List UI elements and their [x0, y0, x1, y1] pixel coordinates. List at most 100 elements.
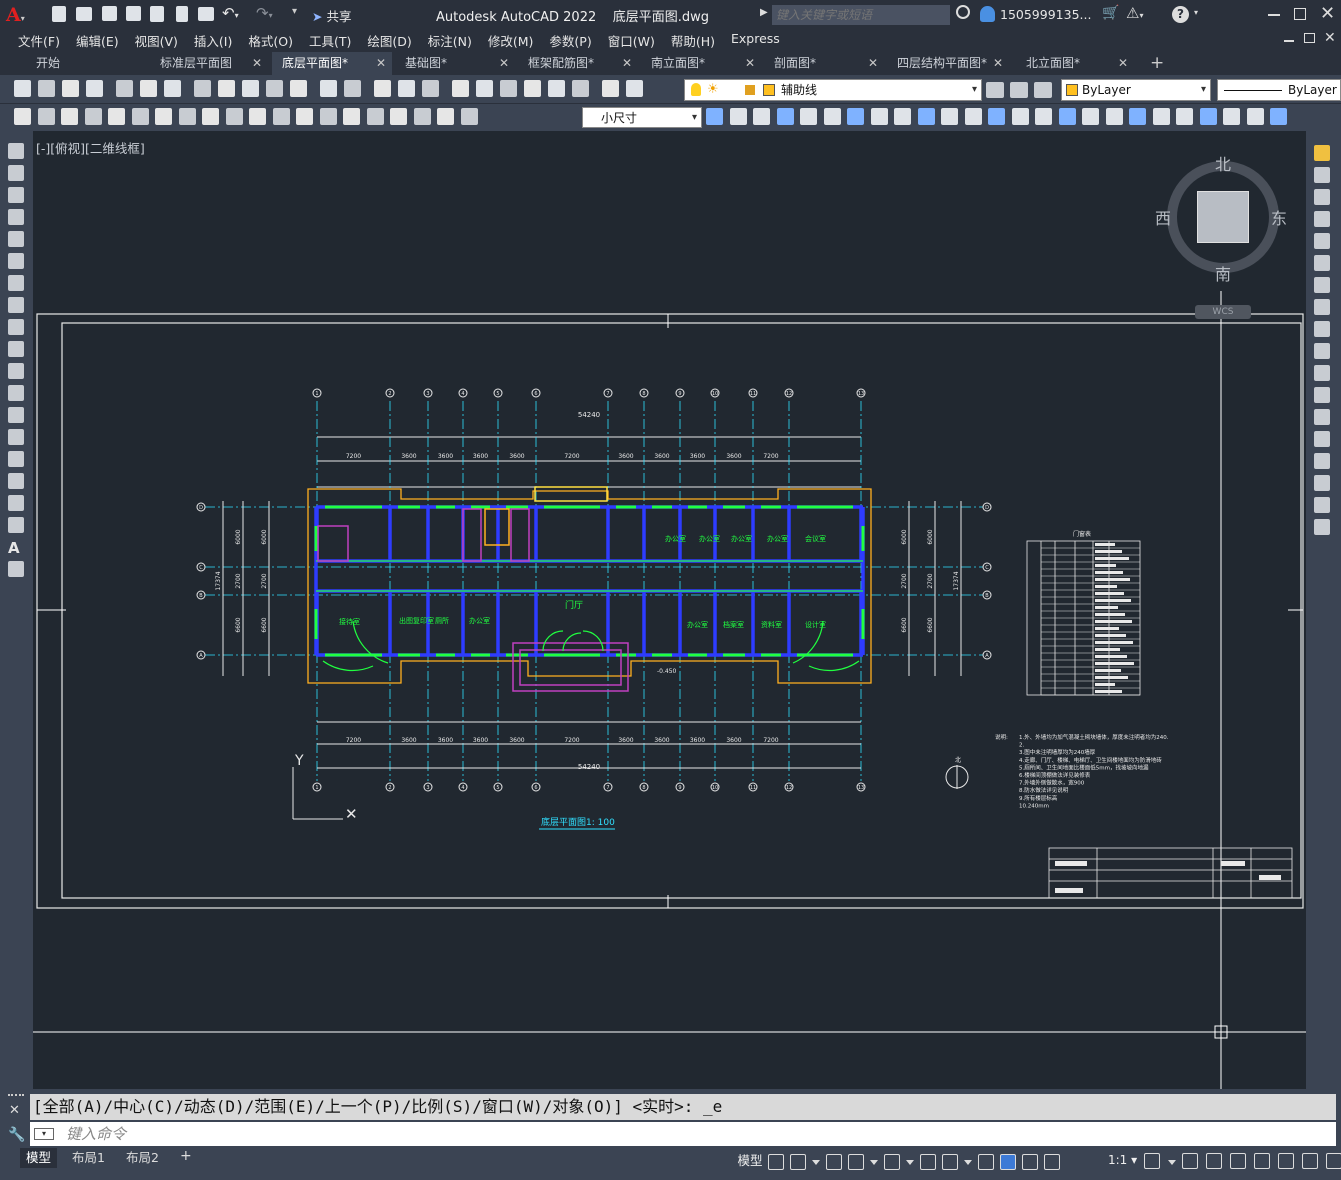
send-back-icon[interactable]	[753, 108, 770, 125]
polar-dropdown-icon[interactable]	[870, 1160, 878, 1165]
share-button[interactable]: ➤ 共享	[312, 6, 351, 25]
ellipse-arc-icon[interactable]	[8, 363, 24, 379]
3d-print-icon[interactable]	[164, 80, 181, 97]
dimstyle-dropdown[interactable]: 小尺寸 ▾	[582, 107, 702, 128]
isodraft-icon[interactable]	[884, 1154, 900, 1170]
tab-north-elevation[interactable]: 北立面图* ✕	[1016, 52, 1134, 75]
layer-dropdown[interactable]: ☀ 辅助线 ▾	[684, 79, 982, 101]
doc-restore-icon[interactable]	[1304, 33, 1315, 43]
linetype-dropdown[interactable]: ByLayer	[1217, 79, 1341, 101]
plus-icon[interactable]	[1182, 1153, 1198, 1169]
expand-arrow-icon[interactable]: ▶	[760, 7, 768, 18]
print-icon[interactable]	[198, 7, 214, 21]
dim-edit-icon[interactable]	[413, 108, 431, 125]
snap-dropdown-icon[interactable]	[812, 1160, 820, 1165]
markup-icon[interactable]	[548, 80, 565, 97]
dim-text-edit-icon[interactable]	[437, 108, 454, 125]
dim-style-icon[interactable]	[706, 108, 723, 125]
rotate-icon[interactable]	[1314, 277, 1330, 293]
polar-icon[interactable]	[848, 1154, 864, 1170]
draworder-text-icon[interactable]	[823, 108, 841, 125]
hyperlink-icon[interactable]	[1129, 108, 1146, 125]
color-dropdown[interactable]: ByLayer ▾	[1061, 79, 1211, 101]
dim-break-icon[interactable]	[296, 108, 313, 125]
new-icon[interactable]	[14, 80, 31, 97]
add-layout-icon[interactable]: +	[180, 1148, 192, 1164]
autodesk-app-icon[interactable]: ⚠▾	[1126, 4, 1143, 22]
ellipse-icon[interactable]	[8, 341, 24, 357]
rectangle-icon[interactable]	[8, 231, 24, 247]
ortho-icon[interactable]	[826, 1154, 842, 1170]
arc-icon[interactable]	[8, 253, 24, 269]
image-icon[interactable]	[1058, 108, 1076, 125]
menu-view[interactable]: 视图(V)	[135, 31, 178, 50]
dim-aligned-icon[interactable]	[37, 108, 55, 125]
tab-fourth-floor-structure[interactable]: 四层结构平面图* ✕	[887, 52, 1009, 75]
redo-icon[interactable]: ↷▾	[256, 4, 273, 22]
dim-ordinate-icon[interactable]	[84, 108, 102, 125]
layout-tab-layout2[interactable]: 布局2	[120, 1148, 165, 1168]
paste-icon[interactable]	[242, 80, 259, 97]
cut-icon[interactable]	[194, 80, 211, 97]
tab-south-elevation[interactable]: 南立面图* ✕	[641, 52, 761, 75]
dim-linear-icon[interactable]	[14, 108, 31, 125]
fillet-icon[interactable]	[1314, 475, 1330, 491]
plot-preview-icon[interactable]	[116, 80, 133, 97]
annotation-scale-icon[interactable]	[1044, 1154, 1060, 1170]
help-icon[interactable]	[602, 80, 619, 97]
tab-close-icon[interactable]: ✕	[499, 52, 509, 75]
send-under-icon[interactable]	[800, 108, 817, 125]
viewcube-west[interactable]: 西	[1155, 205, 1171, 229]
bring-above-icon[interactable]	[776, 108, 794, 125]
mirror-icon[interactable]	[1314, 189, 1330, 205]
object-snap-tracking-icon[interactable]	[920, 1154, 936, 1170]
sheet-set-icon[interactable]	[524, 80, 541, 97]
layer-iso-icon[interactable]	[1034, 82, 1052, 98]
tab-close-icon[interactable]: ✕	[993, 52, 1003, 75]
circle-icon[interactable]	[8, 275, 24, 291]
group-edit-icon[interactable]	[917, 108, 935, 125]
save-icon[interactable]	[102, 6, 117, 21]
break-icon[interactable]	[1314, 409, 1330, 425]
dim-space-icon[interactable]	[272, 108, 290, 125]
maximize-icon[interactable]	[1294, 8, 1306, 20]
isodraft-dropdown-icon[interactable]	[906, 1160, 914, 1165]
customize-status-icon[interactable]	[1326, 1153, 1341, 1169]
annotation-scale[interactable]: 1:1 ▾	[1108, 1153, 1137, 1167]
viewcube-north[interactable]: 北	[1215, 151, 1231, 175]
menu-draw[interactable]: 绘图(D)	[367, 31, 411, 50]
block-icon[interactable]	[941, 108, 958, 125]
dim-arc-icon[interactable]	[61, 108, 78, 125]
grid-icon[interactable]	[768, 1154, 784, 1170]
lineweight-icon[interactable]	[978, 1154, 994, 1170]
print-icon[interactable]	[86, 80, 103, 97]
trim-icon[interactable]	[1314, 343, 1330, 359]
xref-icon[interactable]	[1011, 108, 1029, 125]
paste-special-icon[interactable]	[266, 80, 283, 97]
command-input[interactable]: ▾ 键入命令	[30, 1122, 1336, 1146]
table-icon[interactable]	[8, 517, 24, 533]
plot-preview-icon[interactable]	[176, 6, 188, 22]
inspect-icon[interactable]	[366, 108, 384, 125]
object-snap-dropdown-icon[interactable]	[964, 1160, 972, 1165]
model-space-button[interactable]: 模型	[733, 1150, 767, 1172]
clean-screen-icon[interactable]	[1302, 1153, 1318, 1169]
tolerance-icon[interactable]	[319, 108, 337, 125]
construction-line-icon[interactable]	[8, 165, 24, 181]
layout-tab-layout1[interactable]: 布局1	[66, 1148, 111, 1168]
isolate-objects-icon[interactable]	[1254, 1153, 1270, 1169]
table-icon[interactable]	[1246, 108, 1264, 125]
publish-icon[interactable]	[150, 6, 164, 22]
quick-dim-icon[interactable]	[202, 108, 219, 125]
viewcube[interactable]: 北 南 东 西	[1155, 155, 1287, 284]
tab-close-icon[interactable]: ✕	[868, 52, 878, 75]
point-icon[interactable]	[8, 429, 24, 445]
gradient-icon[interactable]	[8, 473, 24, 489]
ungroup-icon[interactable]	[894, 108, 911, 125]
polygon-icon[interactable]	[8, 209, 24, 225]
chamfer-icon[interactable]	[1314, 453, 1330, 469]
dim-diameter-icon[interactable]	[155, 108, 172, 125]
dim-angular-icon[interactable]	[178, 108, 196, 125]
menu-express[interactable]: Express	[731, 31, 780, 50]
save-icon[interactable]	[62, 80, 79, 97]
